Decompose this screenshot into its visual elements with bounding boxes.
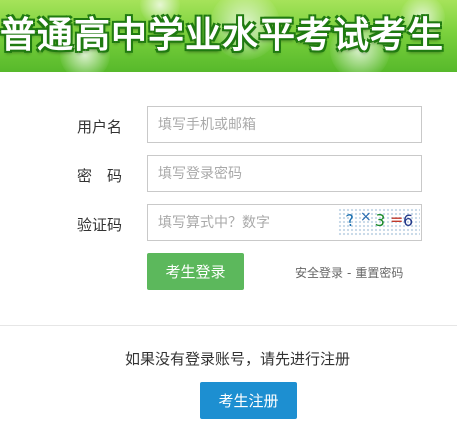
login-links: 安全登录 - 重置密码 — [295, 264, 403, 281]
register-hint: 如果没有登录账号，请先进行注册 — [124, 350, 350, 368]
username-input[interactable] — [147, 106, 422, 143]
header-banner: 普通高中学业水平考试考生 — [0, 0, 457, 72]
captcha-char: × — [360, 209, 372, 225]
captcha-label: 验证码 — [76, 216, 122, 234]
link-separator: - — [347, 266, 352, 280]
safe-login-link[interactable]: 安全登录 — [295, 266, 343, 280]
captcha-char: 3 — [374, 210, 387, 231]
section-divider — [0, 325, 457, 326]
captcha-char: 6 — [403, 211, 414, 230]
captcha-char: ? — [344, 210, 356, 231]
password-label: 密 码 — [76, 167, 122, 185]
captcha-image[interactable]: ? × 3 = 6 — [338, 208, 420, 236]
password-input[interactable] — [147, 155, 422, 192]
login-button[interactable]: 考生登录 — [147, 253, 244, 290]
captcha-char: = — [390, 210, 404, 229]
username-label: 用户名 — [76, 118, 122, 136]
register-button[interactable]: 考生注册 — [200, 382, 297, 419]
reset-password-link[interactable]: 重置密码 — [355, 266, 403, 280]
banner-title: 普通高中学业水平考试考生 — [0, 15, 445, 56]
